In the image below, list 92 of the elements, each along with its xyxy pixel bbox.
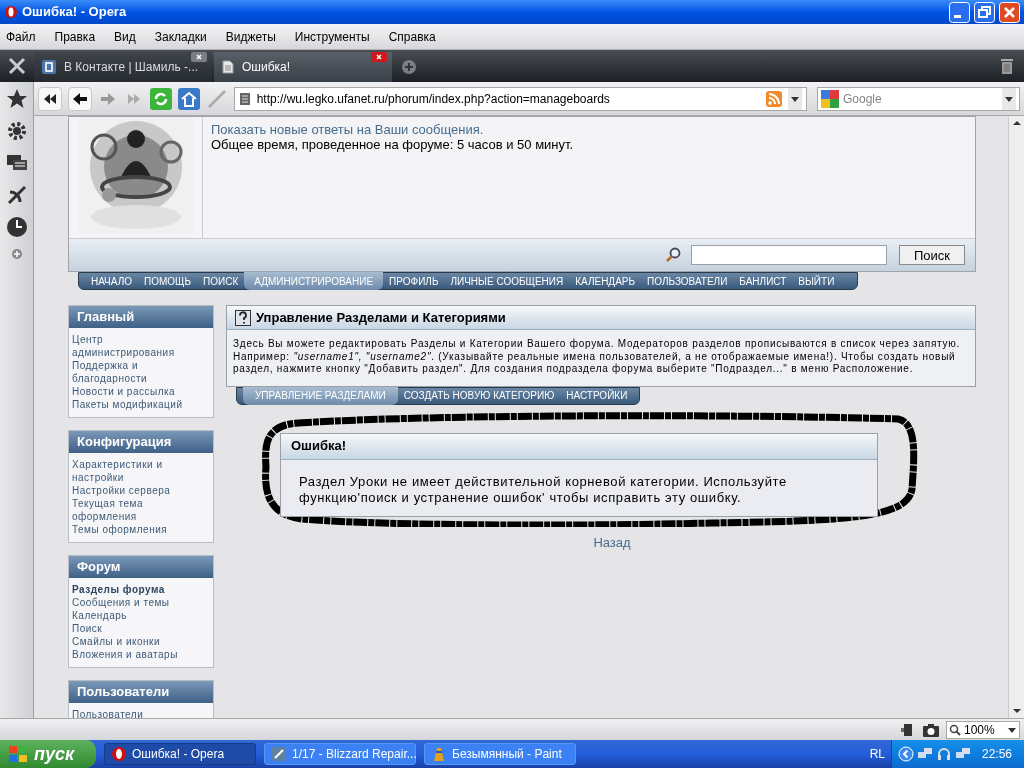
nav-link[interactable]: КАЛЕНДАРЬ <box>569 273 642 289</box>
menu-item[interactable]: Виджеты <box>219 27 282 46</box>
menu-item[interactable]: Файл <box>0 27 42 46</box>
opera-logo-icon <box>4 5 18 19</box>
language-indicator[interactable]: RL <box>869 745 885 763</box>
trash-icon[interactable] <box>1000 57 1014 75</box>
sidebar-link[interactable]: Сообщения и темы <box>72 596 193 609</box>
back-button[interactable] <box>67 86 92 111</box>
new-tab-icon[interactable] <box>401 59 417 75</box>
zoom-control[interactable]: 100% <box>946 720 1020 739</box>
back-link[interactable]: Назад <box>593 532 631 552</box>
sub-nav-tab[interactable]: СОЗДАТЬ НОВУЮ КАТЕГОРИЮ <box>397 388 561 403</box>
tab-close-icon[interactable] <box>371 52 387 62</box>
sidebar-link[interactable]: Календарь <box>72 609 193 622</box>
opera-logo-icon <box>111 746 127 762</box>
sidebar-link[interactable]: Пользователи <box>72 708 193 718</box>
sidebar-link[interactable]: Характеристики и настройки <box>72 458 193 484</box>
browser-tab[interactable]: В Контакте | Шамиль -... <box>34 52 212 82</box>
star-icon[interactable] <box>5 88 28 110</box>
document-icon <box>222 60 234 74</box>
google-logo-icon <box>821 89 839 108</box>
profile-stat: Общее время, проведенное на форуме: 5 часов и 50 минут. <box>211 137 574 152</box>
taskbar-button[interactable]: Безымянный - Paint <box>424 743 576 765</box>
add-panel-icon[interactable] <box>10 248 23 260</box>
sub-nav-tab[interactable]: НАСТРОЙКИ <box>560 388 634 403</box>
close-icon[interactable] <box>999 1 1020 23</box>
forum-search-field[interactable] <box>691 245 887 265</box>
menu-item[interactable]: Инструменты <box>288 27 376 46</box>
sidebar-link[interactable]: Поиск <box>72 622 193 635</box>
nav-link[interactable]: ПОЛЬЗОВАТЕЛИ <box>641 273 734 289</box>
headphones-icon[interactable] <box>935 746 952 762</box>
dropdown-caret-icon[interactable] <box>1002 87 1016 110</box>
nav-link[interactable]: ВЫЙТИ <box>792 273 841 289</box>
sidebar-heading: Пользователи <box>69 681 213 703</box>
paint-brush-icon <box>431 746 447 762</box>
sidebar-link[interactable]: Настройки сервера <box>72 484 193 497</box>
menu-item[interactable]: Справка <box>382 27 442 46</box>
sidebar-link[interactable]: Смайлы и иконки <box>72 635 193 648</box>
settings-icon[interactable] <box>5 120 28 142</box>
panel-title: Управление Разделами и Категориями <box>256 308 506 327</box>
search-input[interactable]: Google <box>843 87 998 110</box>
nav-link[interactable]: ЛИЧНЫЕ СООБЩЕНИЯ <box>444 273 570 289</box>
nav-link[interactable]: ПОМОЩЬ <box>138 273 198 289</box>
sidebar-link[interactable]: Темы оформления <box>72 523 193 536</box>
taskbar-button[interactable]: 1/17 - Blizzard Repair... <box>264 743 416 765</box>
expand-tray-icon[interactable] <box>897 746 914 762</box>
nav-link[interactable]: ПРОФИЛЬ <box>383 273 445 289</box>
search-icon[interactable] <box>665 247 681 263</box>
window-title: Ошибка! - Opera <box>22 3 128 22</box>
sidebar-heading: Конфигурация <box>69 431 213 453</box>
minimize-icon[interactable] <box>949 1 970 23</box>
nav-link[interactable]: БАНЛИСТ <box>733 273 793 289</box>
search-button[interactable]: Поиск <box>899 245 965 265</box>
error-title: Ошибка! <box>291 437 347 456</box>
tab-close-icon[interactable] <box>191 52 207 62</box>
scrollbar[interactable] <box>1008 116 1024 718</box>
taskbar-button[interactable]: Ошибка! - Opera <box>104 743 256 765</box>
help-icon <box>235 309 251 326</box>
sidebar-link[interactable]: Поддержка и благодарности <box>72 359 193 385</box>
sidebar-link[interactable]: Разделы форума <box>72 583 193 596</box>
back-icon <box>71 90 88 107</box>
repair-tool-icon <box>271 746 287 762</box>
sidebar-link[interactable]: Текущая тема оформления <box>72 497 193 523</box>
sidebar-link[interactable]: Пакеты модификаций <box>72 398 193 411</box>
rewind-button[interactable] <box>38 86 62 111</box>
sidebar-link[interactable]: Центр администрирования <box>72 333 193 359</box>
sidebar-link[interactable]: Новости и рассылка <box>72 385 193 398</box>
sidebar-heading: Форум <box>69 556 213 578</box>
clock: 22:56 <box>981 746 1012 763</box>
home-icon[interactable] <box>177 87 200 110</box>
reload-icon[interactable] <box>149 87 172 110</box>
error-message: Раздел Уроки не имеет действительной корневой категории. Используйте функцию'поиск и устранение ошибок' чтобы исправить эту ошибку. <box>298 472 788 507</box>
address-field[interactable]: http://wu.legko.ufanet.ru/phorum/index.php?action=manageboards <box>233 86 807 111</box>
menu-item[interactable]: Правка <box>48 27 102 46</box>
sidebar-heading: Главный <box>69 306 213 328</box>
camera-icon[interactable] <box>922 721 940 738</box>
page-icon <box>238 91 251 106</box>
search-icon <box>949 723 961 736</box>
menu-item[interactable]: Вид <box>108 27 142 46</box>
nav-link[interactable]: ПОИСК <box>197 273 245 289</box>
profile-link[interactable]: Показать новые ответы на Ваши сообщения. <box>211 122 574 137</box>
restore-icon[interactable] <box>974 1 995 23</box>
windows-logo-icon <box>8 745 28 763</box>
menu-item[interactable]: Закладки <box>148 27 213 46</box>
dropdown-caret-icon[interactable] <box>788 87 802 110</box>
search-field[interactable]: Google <box>817 86 1020 111</box>
browser-tab[interactable]: Ошибка! <box>214 52 392 82</box>
clock-icon[interactable] <box>5 216 28 238</box>
nav-link[interactable]: НАЧАЛО <box>85 273 138 289</box>
vk-logo-icon <box>42 60 56 74</box>
sidebar-link[interactable]: Вложения и аватары <box>72 648 193 661</box>
description-text: Здесь Вы можете редактировать Разделы и Категории Вашего форума. Модераторов разделов прописываются в список через запятую. Например: "username1", "username2". (Указывайте реальные имена пользователей, а не отображаемые имена!). Чтобы создать новый раздел, нажмите кнопку "Добавить раздел". Для создания подраздела форума выберите "Подраздел..." в меню Расположение. <box>232 337 962 376</box>
